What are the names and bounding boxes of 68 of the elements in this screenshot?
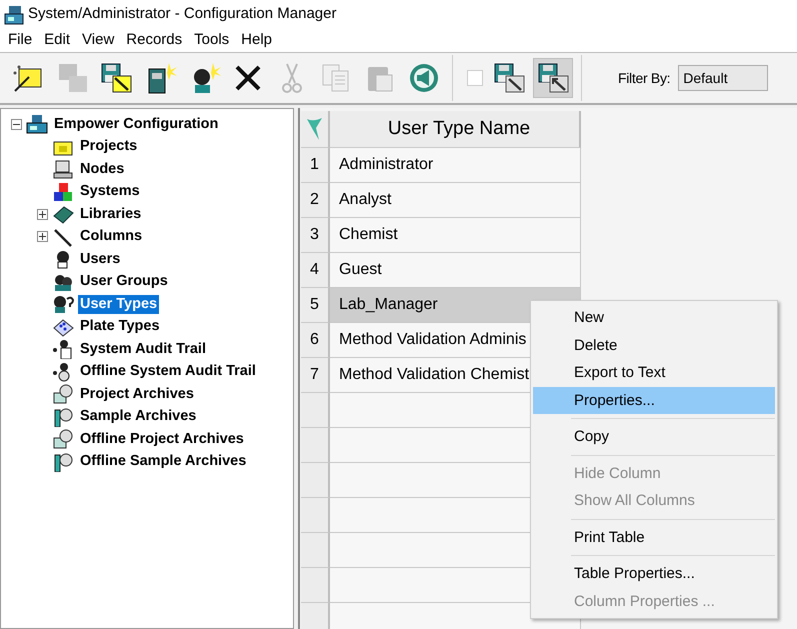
row-header bbox=[301, 568, 330, 603]
menu-item[interactable]: View bbox=[76, 29, 120, 52]
menu-item[interactable]: File bbox=[2, 29, 38, 52]
tree-item[interactable]: Systems bbox=[78, 182, 142, 202]
row-number: 6 bbox=[301, 323, 330, 358]
tree-item[interactable]: Plate Types bbox=[78, 317, 162, 336]
row-header bbox=[301, 498, 330, 533]
row-header bbox=[301, 533, 330, 568]
floppy-icon bbox=[99, 61, 133, 95]
window-title: System/Administrator - Configuration Manager bbox=[28, 4, 336, 24]
audit-icon bbox=[52, 339, 74, 360]
archive-icon bbox=[52, 452, 74, 472]
app-icon bbox=[4, 4, 24, 24]
tree-item[interactable]: Columns bbox=[78, 227, 144, 246]
table-cell[interactable]: Analyst bbox=[330, 183, 581, 218]
tree-item[interactable]: Users bbox=[78, 250, 122, 269]
filter-dropdown[interactable]: Default bbox=[678, 65, 768, 91]
tree-item[interactable]: Sample Archives bbox=[78, 407, 198, 426]
table-cell[interactable]: Chemist bbox=[330, 218, 581, 253]
expander-icon[interactable] bbox=[11, 118, 22, 130]
archive-icon bbox=[52, 406, 74, 427]
checkbox[interactable] bbox=[467, 70, 483, 86]
row-header bbox=[301, 463, 330, 498]
menu-item[interactable]: Tools bbox=[188, 29, 236, 52]
archive-icon bbox=[52, 384, 74, 404]
menu-item[interactable]: Table Properties... bbox=[533, 560, 775, 588]
plate-icon bbox=[52, 316, 74, 337]
menu-item[interactable]: Records bbox=[120, 29, 188, 52]
menu-item[interactable]: Properties... bbox=[533, 386, 775, 414]
cabinet-icon bbox=[26, 114, 48, 134]
row-number: 3 bbox=[301, 218, 330, 253]
row-header bbox=[301, 428, 330, 463]
tree-item[interactable]: Projects bbox=[78, 137, 140, 156]
table-cell[interactable]: Guest bbox=[330, 253, 581, 288]
tree-item[interactable]: Nodes bbox=[78, 160, 126, 179]
row-number: 5 bbox=[301, 288, 330, 323]
expander-icon[interactable] bbox=[37, 208, 48, 220]
row-number: 4 bbox=[301, 253, 330, 288]
archive-icon bbox=[52, 429, 74, 450]
row-header bbox=[301, 393, 330, 428]
line-icon bbox=[52, 226, 74, 247]
tree-item[interactable]: Offline Sample Archives bbox=[78, 452, 248, 472]
table-cell[interactable]: Administrator bbox=[330, 148, 581, 183]
menu-item[interactable]: Copy bbox=[533, 423, 775, 450]
row-number: 1 bbox=[301, 148, 330, 183]
floppy-icon bbox=[492, 61, 526, 95]
tree-item[interactable]: Empower Configuration bbox=[52, 114, 220, 134]
menu-item[interactable]: Print Table bbox=[533, 524, 775, 551]
row-number: 7 bbox=[301, 358, 330, 393]
column-header[interactable]: User Type Name bbox=[330, 111, 581, 148]
menu-item[interactable]: Help bbox=[235, 29, 278, 52]
tree-item[interactable]: User Types bbox=[78, 294, 160, 314]
person-question-icon bbox=[52, 294, 74, 314]
tree-item[interactable]: Project Archives bbox=[78, 384, 196, 404]
tree-item[interactable]: Offline Project Archives bbox=[78, 430, 246, 449]
toolbar-button[interactable] bbox=[533, 58, 573, 98]
tree-item[interactable]: Offline System Audit Trail bbox=[78, 362, 258, 382]
menu-item[interactable]: Edit bbox=[38, 29, 76, 52]
tree-item[interactable]: System Audit Trail bbox=[78, 340, 208, 359]
filter-label: Filter By: bbox=[618, 68, 670, 88]
blocks-icon bbox=[52, 182, 74, 202]
megaphone-icon bbox=[407, 61, 441, 95]
row-number: 2 bbox=[301, 183, 330, 218]
computer-icon bbox=[52, 159, 74, 180]
tree-item[interactable]: Libraries bbox=[78, 204, 144, 224]
expander-icon[interactable] bbox=[37, 231, 48, 242]
floppy-icon bbox=[536, 61, 570, 95]
tree-item[interactable]: User Groups bbox=[78, 272, 170, 292]
